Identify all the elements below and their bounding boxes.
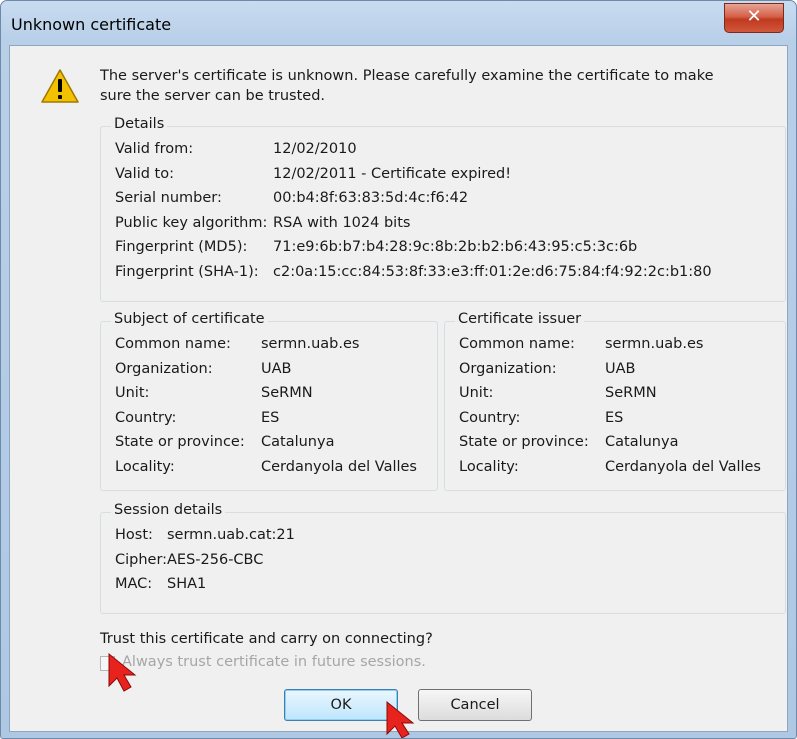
subject-label: Organization: (115, 360, 213, 377)
details-row: Serial number: 00:b4:8f:63:83:5d:4c:f6:42 (115, 190, 775, 210)
issuer-value: Cerdanyola del Valles (605, 458, 761, 475)
details-value: 00:b4:8f:63:83:5d:4c:f6:42 (273, 190, 469, 206)
issuer-row: Organization: UAB (459, 361, 779, 381)
subject-label: Unit: (115, 385, 150, 401)
details-row: Public key algorithm: RSA with 1024 bits (115, 215, 775, 235)
details-value: 12/02/2011 - Certificate expired! (273, 165, 512, 182)
session-label: Cipher: (115, 551, 168, 568)
details-value: 12/02/2010 (273, 141, 357, 157)
close-icon: ✕ (746, 6, 762, 27)
session-value: AES-256-CBC (167, 551, 264, 568)
details-row: Valid to: 12/02/2011 - Certificate expire… (115, 166, 775, 186)
subject-title: Subject of certificate (111, 311, 268, 327)
details-title: Details (111, 116, 168, 132)
issuer-row: State or province: Catalunya (459, 434, 779, 454)
details-row: Fingerprint (MD5): 71:e9:6b:b7:b4:28:9c:8… (115, 239, 775, 259)
issuer-group: Certificate issuer Common name: sermn.uab… (444, 311, 786, 491)
details-label: Valid to: (115, 165, 174, 182)
issuer-label: Country: (459, 409, 521, 426)
arrow-pointer-icon (108, 652, 137, 692)
issuer-row: Country: ES (459, 410, 779, 430)
subject-row: Unit: SeRMN (115, 385, 431, 405)
close-button[interactable]: ✕ (724, 3, 784, 33)
issuer-title: Certificate issuer (455, 311, 585, 327)
issuer-label: State or province: (459, 434, 589, 450)
subject-row: Common name: sermn.uab.es (115, 336, 431, 356)
subject-value: SeRMN (261, 385, 313, 401)
issuer-row: Unit: SeRMN (459, 385, 779, 405)
details-value: c2:0a:15:cc:84:53:8f:33:e3:ff:01:2e:d6:7… (273, 263, 712, 280)
issuer-label: Common name: (459, 336, 575, 352)
issuer-value: UAB (605, 360, 636, 377)
subject-row: Organization: UAB (115, 361, 431, 381)
intro-text: The server's certificate is unknown. Ple… (100, 68, 714, 104)
issuer-value: Catalunya (605, 434, 679, 450)
subject-value: UAB (261, 360, 292, 377)
dialog-body: The server's certificate is unknown. Ple… (9, 45, 788, 738)
details-label: Fingerprint (SHA-1): (115, 263, 259, 280)
issuer-label: Unit: (459, 385, 494, 401)
details-value: 71:e9:6b:b7:b4:28:9c:8b:2b:b2:b6:43:95:c… (273, 239, 638, 255)
subject-value: sermn.uab.es (261, 336, 360, 352)
subject-label: Common name: (115, 336, 231, 352)
details-label: Valid from: (115, 141, 194, 157)
warning-icon (41, 69, 79, 103)
dialog-window: Unknown certificate ✕ The server's certi… (0, 0, 797, 739)
session-label: Host: (115, 527, 153, 543)
ok-button[interactable]: OK (284, 689, 398, 721)
issuer-row: Common name: sermn.uab.es (459, 336, 779, 356)
details-value: RSA with 1024 bits (273, 214, 411, 231)
issuer-value: SeRMN (605, 385, 657, 401)
subject-row: State or province: Catalunya (115, 434, 431, 454)
issuer-row: Locality: Cerdanyola del Valles (459, 459, 779, 479)
session-row: Cipher: AES-256-CBC (115, 552, 775, 572)
details-label: Serial number: (115, 190, 222, 206)
subject-row: Country: ES (115, 410, 431, 430)
window-title: Unknown certificate (11, 15, 172, 34)
title-bar[interactable]: Unknown certificate ✕ (1, 1, 796, 45)
session-title: Session details (111, 502, 226, 518)
always-trust-label: Always trust certificate in future sessi… (122, 654, 426, 670)
details-group: Details Valid from: 12/02/2010 Valid to: 12… (100, 116, 786, 302)
details-row: Fingerprint (SHA-1): c2:0a:15:cc:84:53:8f… (115, 264, 775, 284)
subject-group: Subject of certificate Common name: sermn… (100, 311, 438, 491)
session-value: SHA1 (167, 576, 207, 592)
issuer-value: sermn.uab.es (605, 336, 704, 352)
subject-value: Cerdanyola del Valles (261, 458, 417, 475)
subject-value: Catalunya (261, 434, 335, 450)
session-label: MAC: (115, 576, 153, 592)
arrow-pointer-icon (386, 700, 415, 738)
session-row: MAC: SHA1 (115, 576, 775, 596)
session-value: sermn.uab.cat:21 (167, 527, 295, 543)
issuer-label: Organization: (459, 360, 557, 377)
session-group: Session details Host: sermn.uab.cat:21 Cip… (100, 502, 786, 614)
issuer-value: ES (605, 409, 624, 426)
trust-question: Trust this certificate and carry on conn… (100, 631, 433, 647)
subject-row: Locality: Cerdanyola del Valles (115, 459, 431, 479)
subject-label: Locality: (115, 458, 175, 475)
subject-label: State or province: (115, 434, 245, 450)
details-row: Valid from: 12/02/2010 (115, 141, 775, 161)
details-label: Fingerprint (MD5): (115, 239, 248, 255)
subject-label: Country: (115, 409, 177, 426)
cancel-button[interactable]: Cancel (418, 689, 532, 721)
issuer-label: Locality: (459, 458, 519, 475)
subject-value: ES (261, 409, 280, 426)
details-label: Public key algorithm: (115, 214, 268, 231)
session-row: Host: sermn.uab.cat:21 (115, 527, 775, 547)
